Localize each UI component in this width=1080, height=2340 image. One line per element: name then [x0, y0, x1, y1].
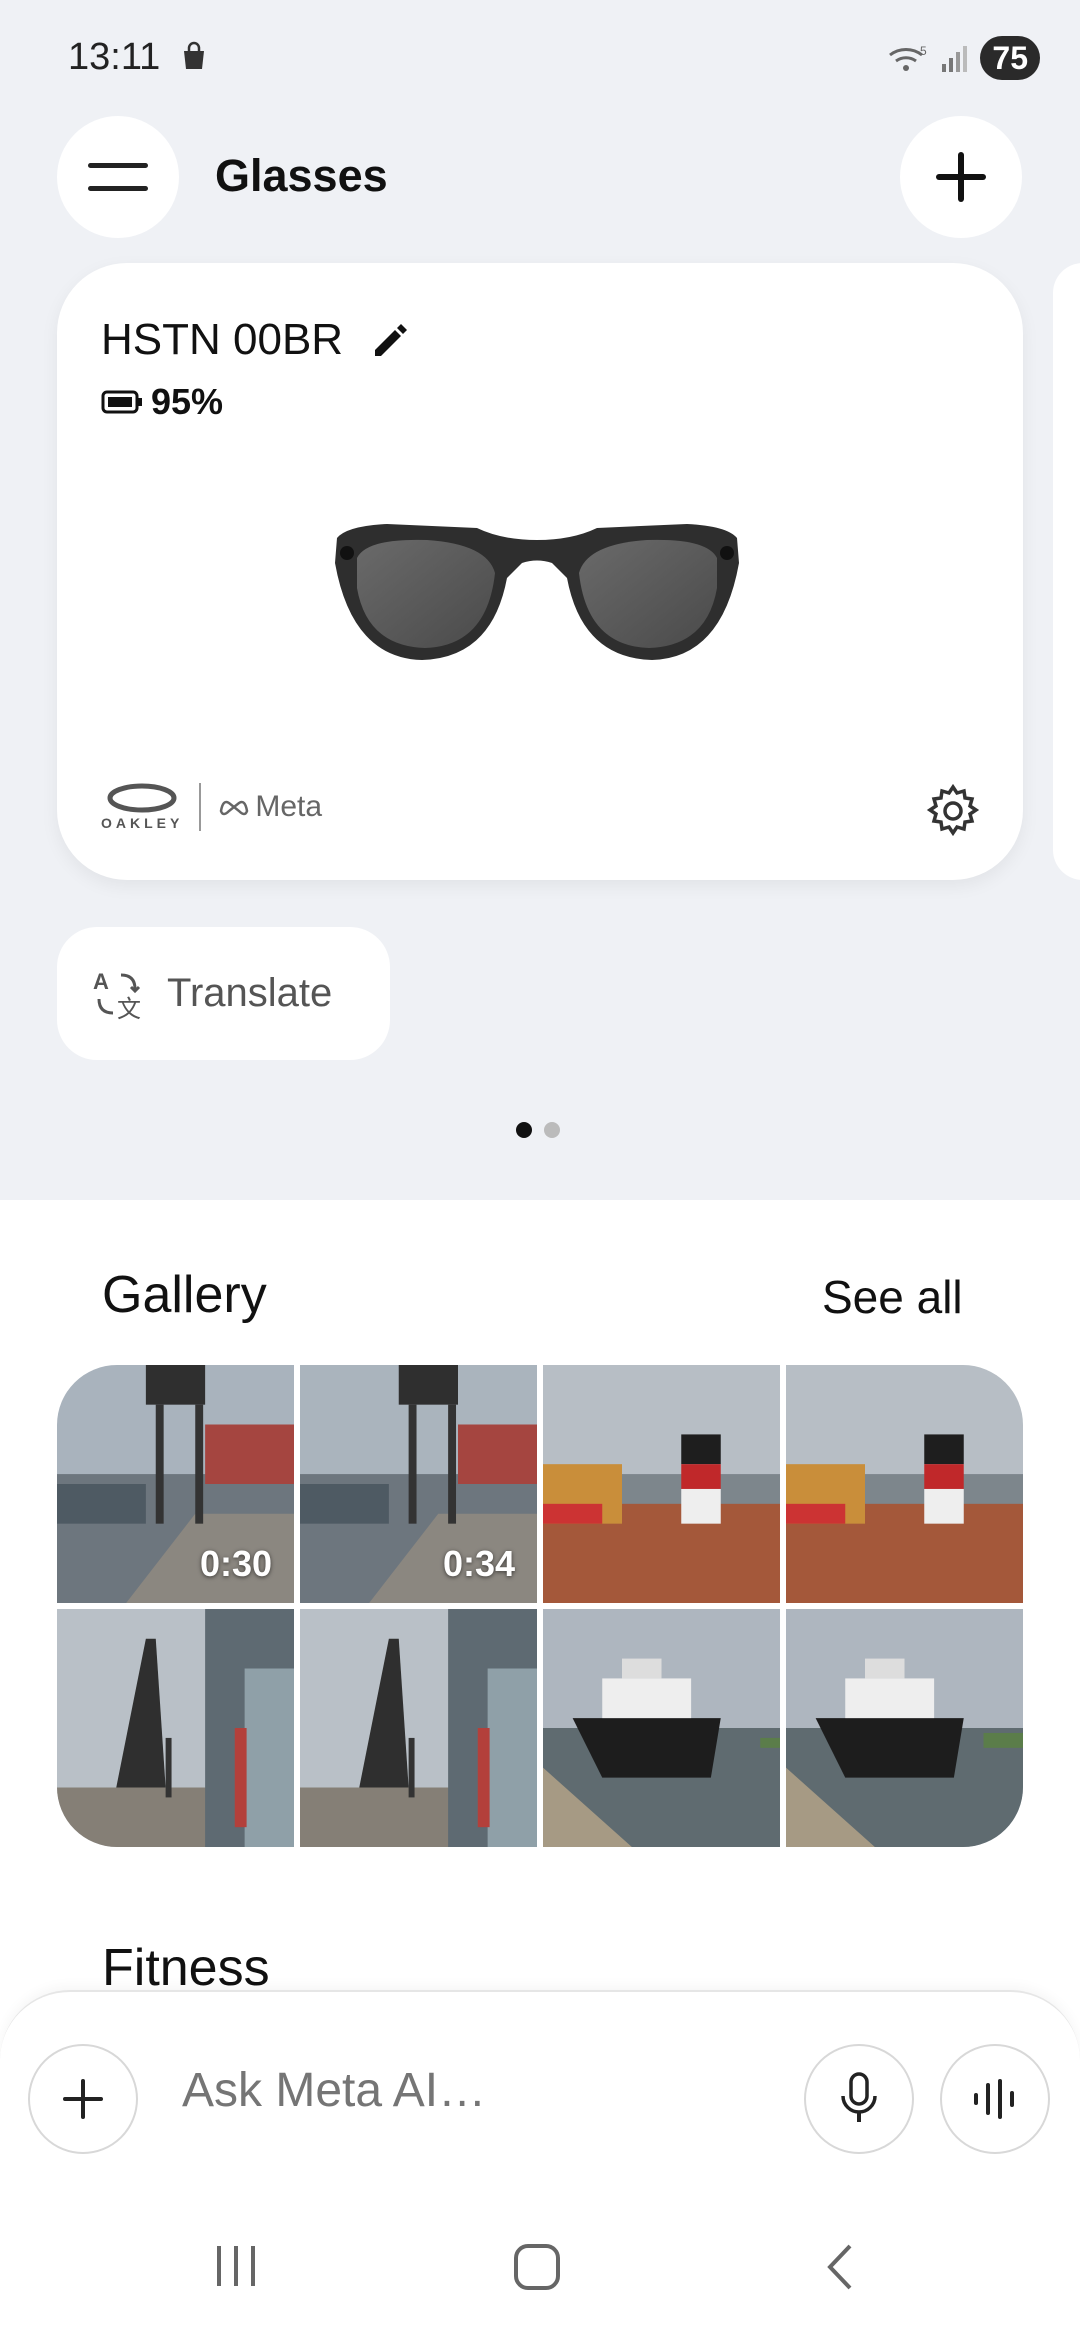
gallery-title: Gallery [102, 1266, 267, 1324]
device-name-row: HSTN 00BR [101, 315, 409, 365]
tugboat-thumbnail [786, 1365, 1023, 1603]
battery-icon [101, 390, 142, 414]
boat-thumbnail [786, 1609, 1023, 1847]
gallery-item-photo[interactable] [300, 1609, 537, 1847]
device-battery: 95% [101, 381, 223, 423]
crane-street-thumbnail [300, 1609, 537, 1847]
svg-text:A: A [93, 969, 109, 994]
edit-pencil-icon[interactable] [369, 320, 409, 360]
system-nav-bar [0, 2200, 1080, 2340]
tugboat-thumbnail [543, 1365, 780, 1603]
svg-text:文: 文 [117, 996, 141, 1021]
next-card-peek[interactable] [1053, 263, 1080, 880]
ask-meta-ai-bar [0, 1990, 1080, 2202]
gallery-grid: 0:30 0:34 [57, 1365, 1023, 1847]
shopping-bag-icon [184, 41, 204, 69]
attach-button[interactable] [28, 2044, 138, 2154]
microphone-button[interactable] [804, 2044, 914, 2154]
battery-indicator: 75 [980, 36, 1040, 80]
page-title: Glasses [215, 150, 388, 201]
meta-logo: Meta [217, 790, 322, 824]
device-name: HSTN 00BR [101, 315, 344, 364]
status-icons: 5 75 [886, 36, 1040, 80]
glasses-image [335, 524, 739, 660]
carousel-dot-1[interactable] [516, 1122, 532, 1138]
microphone-icon [841, 2072, 877, 2122]
oakley-ellipse-icon [107, 783, 177, 813]
device-card[interactable]: HSTN 00BR 95% OAKLEY Meta [57, 263, 1023, 880]
oakley-logo: OAKLEY [101, 783, 183, 831]
gallery-item-photo[interactable] [57, 1609, 294, 1847]
plus-icon [63, 2079, 103, 2119]
gallery-item-photo[interactable] [786, 1365, 1023, 1603]
battery-percent: 95% [151, 381, 224, 422]
video-duration: 0:30 [199, 1543, 272, 1584]
wifi-icon: 5 [889, 44, 927, 71]
plus-icon [936, 152, 986, 202]
carousel-dots [516, 1122, 560, 1138]
carousel-dot-2[interactable] [544, 1122, 560, 1138]
signal-icon [942, 46, 968, 72]
gallery-item-video[interactable]: 0:30 [57, 1365, 294, 1603]
voice-mode-button[interactable] [940, 2044, 1050, 2154]
brand-divider [199, 783, 202, 831]
recent-apps-icon[interactable] [213, 2242, 259, 2290]
fitness-title: Fitness [102, 1939, 270, 1997]
brand-logos: OAKLEY Meta [101, 783, 322, 831]
translate-label: Translate [167, 971, 333, 1015]
menu-button[interactable] [57, 116, 179, 238]
voice-waveform-icon [974, 2079, 1014, 2119]
see-all-link[interactable]: See all [822, 1270, 963, 1324]
gear-icon[interactable] [925, 783, 981, 839]
hamburger-icon [88, 163, 148, 191]
status-time: 13:11 [68, 36, 161, 78]
gallery-item-photo[interactable] [543, 1365, 780, 1603]
meta-infinity-icon [220, 800, 249, 816]
gallery-item-video[interactable]: 0:34 [300, 1365, 537, 1603]
home-icon[interactable] [512, 2242, 562, 2292]
translate-icon: A 文 [93, 969, 141, 1021]
video-duration: 0:34 [442, 1543, 515, 1584]
gallery-item-photo[interactable] [786, 1609, 1023, 1847]
translate-button[interactable]: A 文 Translate [57, 927, 390, 1060]
crane-street-thumbnail [57, 1609, 294, 1847]
back-icon[interactable] [820, 2242, 860, 2292]
gallery-item-photo[interactable] [543, 1609, 780, 1847]
add-device-button[interactable] [900, 116, 1022, 238]
ask-meta-ai-input[interactable] [180, 2062, 784, 2119]
svg-text:5: 5 [920, 44, 927, 58]
boat-thumbnail [543, 1609, 780, 1847]
